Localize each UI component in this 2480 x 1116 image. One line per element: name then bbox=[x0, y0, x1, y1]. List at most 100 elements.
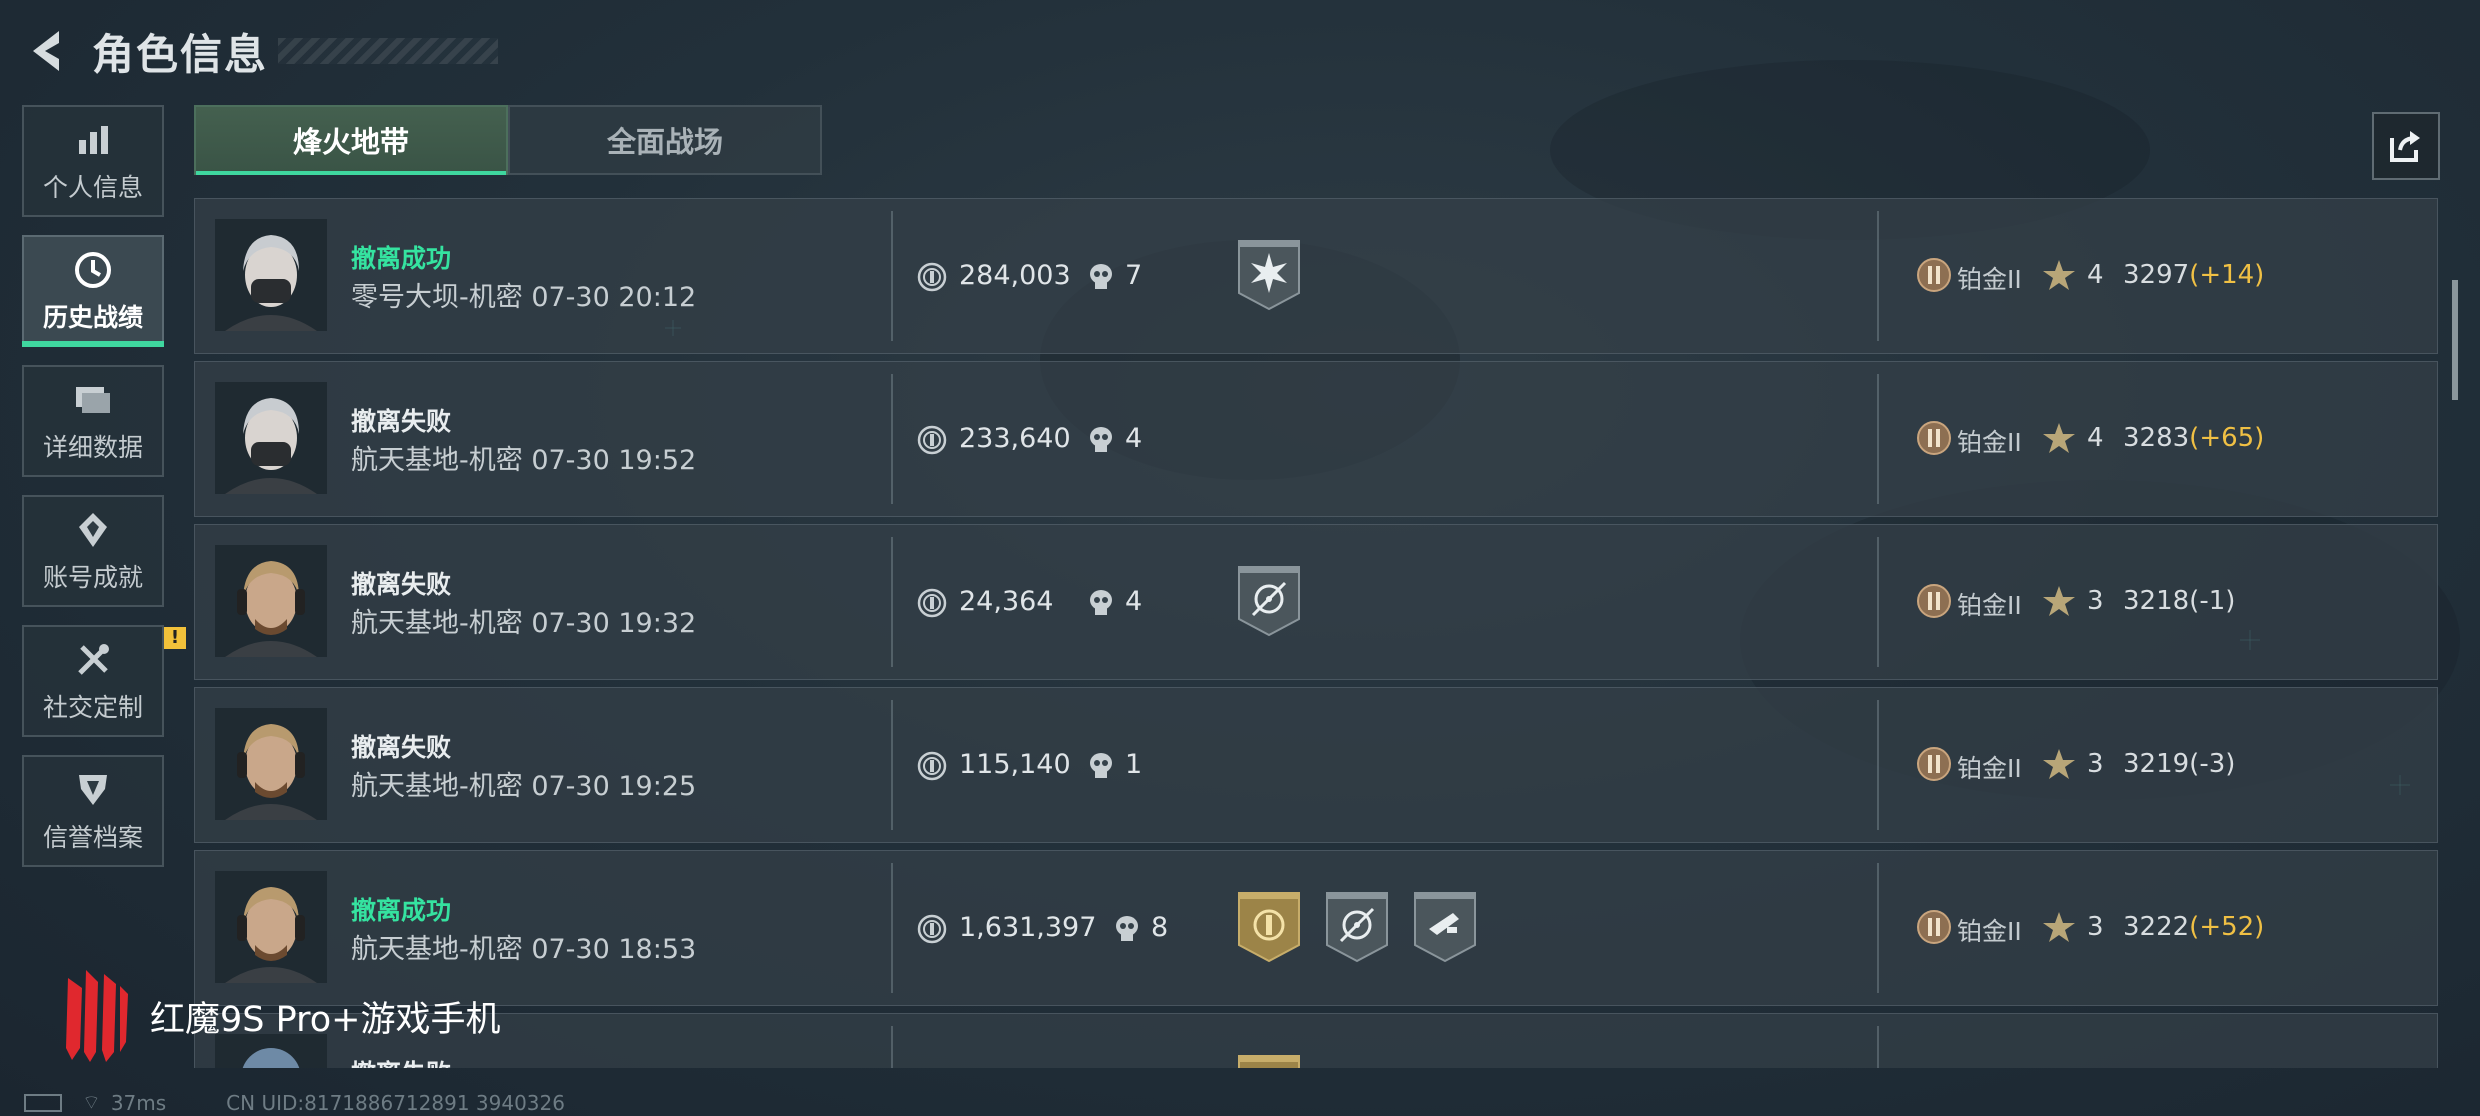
loot-value: 24,364 bbox=[959, 586, 1054, 617]
loot-value: 233,640 bbox=[959, 423, 1071, 454]
rank-label: 铂金II bbox=[1957, 265, 2022, 294]
ping-text: 37ms bbox=[110, 1090, 167, 1115]
wifi-icon: ⌔ bbox=[82, 1090, 101, 1114]
star-count: 4 bbox=[2087, 423, 2104, 453]
star-icon bbox=[2041, 583, 2077, 619]
divider bbox=[891, 700, 893, 830]
sidebar-item-social-custom[interactable]: 社交定制 ! bbox=[22, 625, 186, 737]
operator-avatar bbox=[215, 545, 327, 657]
back-arrow-icon bbox=[33, 31, 59, 71]
notification-badge: ! bbox=[164, 627, 186, 649]
match-row[interactable]: 撤离成功零号大坝-机密 07-30 20:12 284,003 7 铂金II 4 3297… bbox=[194, 198, 2438, 354]
extraction-status: 撤离成功 bbox=[351, 244, 452, 273]
score-delta: (+52) bbox=[2189, 912, 2265, 942]
weapon-badge[interactable] bbox=[1411, 889, 1479, 965]
loot-value: 284,003 bbox=[959, 260, 1071, 291]
battery-icon bbox=[24, 1093, 62, 1112]
operator-avatar bbox=[215, 871, 327, 983]
tab-beacon-zone[interactable]: 烽火地带 bbox=[194, 105, 508, 175]
gold-coin-badge[interactable] bbox=[1235, 889, 1303, 965]
score-delta: (-1) bbox=[2189, 586, 2236, 616]
skull-icon bbox=[1087, 751, 1115, 781]
map-and-time: 航天基地-机密 07-30 19:25 bbox=[351, 771, 697, 802]
map-and-time: 零号大坝-机密 07-30 20:12 bbox=[351, 282, 697, 313]
title-decoration bbox=[278, 38, 499, 64]
sidebar: 个人信息 历史战绩 详细数据 账号成就 社交定制 ! 信誉档案 bbox=[22, 105, 186, 885]
match-row[interactable]: 撤离失败 航天基地-机密 07-30 19:52 233,640 4 铂金II 4 3283… bbox=[194, 361, 2438, 517]
crosshair-badge[interactable] bbox=[1235, 563, 1303, 639]
tools-icon bbox=[71, 638, 115, 682]
divider bbox=[891, 863, 893, 993]
sidebar-item-label: 社交定制 bbox=[42, 693, 143, 722]
bar-chart-icon bbox=[71, 118, 115, 162]
uid-text: CN UID:8171886712891 3940326 bbox=[226, 1090, 565, 1115]
match-row[interactable]: 撤离失败 航天基地-机密 07-30 19:32 24,364 4 铂金II 3 3218(… bbox=[194, 524, 2438, 680]
match-row[interactable]: 撤离失败 航天基地-机密 07-30 19:25 115,140 1 铂金II 3 3219… bbox=[194, 687, 2438, 843]
sidebar-item-reputation[interactable]: 信誉档案 bbox=[22, 755, 164, 867]
star-icon bbox=[2041, 909, 2077, 945]
scrollbar[interactable] bbox=[2452, 280, 2458, 400]
coin-icon bbox=[917, 751, 947, 781]
rank-score: 3219(-3) bbox=[2123, 749, 2235, 779]
shield-icon bbox=[71, 768, 115, 812]
status-bar: ⌔ 37ms CN UID:8171886712891 3940326 bbox=[24, 1090, 565, 1115]
gold-coin-badge[interactable] bbox=[1235, 1052, 1303, 1068]
folder-icon bbox=[71, 378, 115, 422]
star-burst-badge[interactable] bbox=[1235, 237, 1303, 313]
star-icon bbox=[2041, 257, 2077, 293]
divider bbox=[1877, 537, 1879, 667]
divider bbox=[891, 374, 893, 504]
sidebar-item-personal-info[interactable]: 个人信息 bbox=[22, 105, 164, 217]
score-value: 3283 bbox=[2123, 423, 2190, 453]
tab-full-battlefield[interactable]: 全面战场 bbox=[508, 105, 822, 175]
page-header: 角色信息 bbox=[22, 18, 499, 84]
divider bbox=[1877, 863, 1879, 993]
star-count: 3 bbox=[2087, 586, 2104, 616]
score-value: 3219 bbox=[2123, 749, 2190, 779]
brand-text: 红魔9S Pro+游戏手机 bbox=[150, 999, 501, 1040]
back-button[interactable] bbox=[22, 21, 72, 81]
sidebar-item-detailed-data[interactable]: 详细数据 bbox=[22, 365, 164, 477]
map-and-time: 航天基地-机密 07-30 18:53 bbox=[351, 934, 697, 965]
rank-label: 铂金II bbox=[1957, 754, 2022, 783]
star-count: 3 bbox=[2087, 749, 2104, 779]
rank-label: 铂金II bbox=[1957, 591, 2022, 620]
sidebar-item-label: 详细数据 bbox=[42, 433, 143, 462]
crosshair-badge[interactable] bbox=[1323, 889, 1391, 965]
match-row[interactable]: 撤离成功 航天基地-机密 07-30 18:53 1,631,397 8 铂金II 3 32… bbox=[194, 850, 2438, 1006]
score-delta: (+14) bbox=[2189, 260, 2265, 290]
red-magic-logo-icon bbox=[66, 970, 128, 1062]
score-value: 3297 bbox=[2123, 260, 2190, 290]
score-delta: (-3) bbox=[2189, 749, 2236, 779]
star-count: 3 bbox=[2087, 912, 2104, 942]
match-history-list: 撤离成功零号大坝-机密 07-30 20:12 284,003 7 铂金II 4 3297… bbox=[194, 198, 2438, 1068]
kill-count: 4 bbox=[1125, 586, 1143, 617]
sidebar-item-achievements[interactable]: 账号成就 bbox=[22, 495, 164, 607]
rank-label: 铂金II bbox=[1957, 428, 2022, 457]
match-row[interactable]: 撤离失败 bbox=[194, 1013, 2438, 1068]
share-icon bbox=[2390, 131, 2420, 162]
kill-count: 4 bbox=[1125, 423, 1143, 454]
skull-icon bbox=[1087, 425, 1115, 455]
share-button[interactable] bbox=[2372, 112, 2440, 180]
star-icon bbox=[2041, 746, 2077, 782]
clock-icon bbox=[71, 248, 115, 292]
sidebar-item-match-history[interactable]: 历史战绩 bbox=[22, 235, 164, 347]
rank-icon bbox=[1915, 256, 1953, 294]
rank-score: 3297(+14) bbox=[2123, 260, 2264, 290]
rank-icon bbox=[1915, 419, 1953, 457]
rank-label: 铂金II bbox=[1957, 917, 2022, 946]
kill-count: 7 bbox=[1125, 260, 1143, 291]
star-count: 4 bbox=[2087, 260, 2104, 290]
rank-score: 3283(+65) bbox=[2123, 423, 2264, 453]
sidebar-item-label: 账号成就 bbox=[42, 563, 143, 592]
coin-icon bbox=[917, 914, 947, 944]
coin-icon bbox=[917, 425, 947, 455]
loot-value: 115,140 bbox=[959, 749, 1071, 780]
divider bbox=[891, 1026, 893, 1068]
coin-icon bbox=[917, 588, 947, 618]
extraction-status: 撤离失败 bbox=[351, 733, 452, 762]
sidebar-item-label: 信誉档案 bbox=[42, 823, 143, 852]
sidebar-item-label: 历史战绩 bbox=[42, 303, 143, 332]
rank-icon bbox=[1915, 582, 1953, 620]
